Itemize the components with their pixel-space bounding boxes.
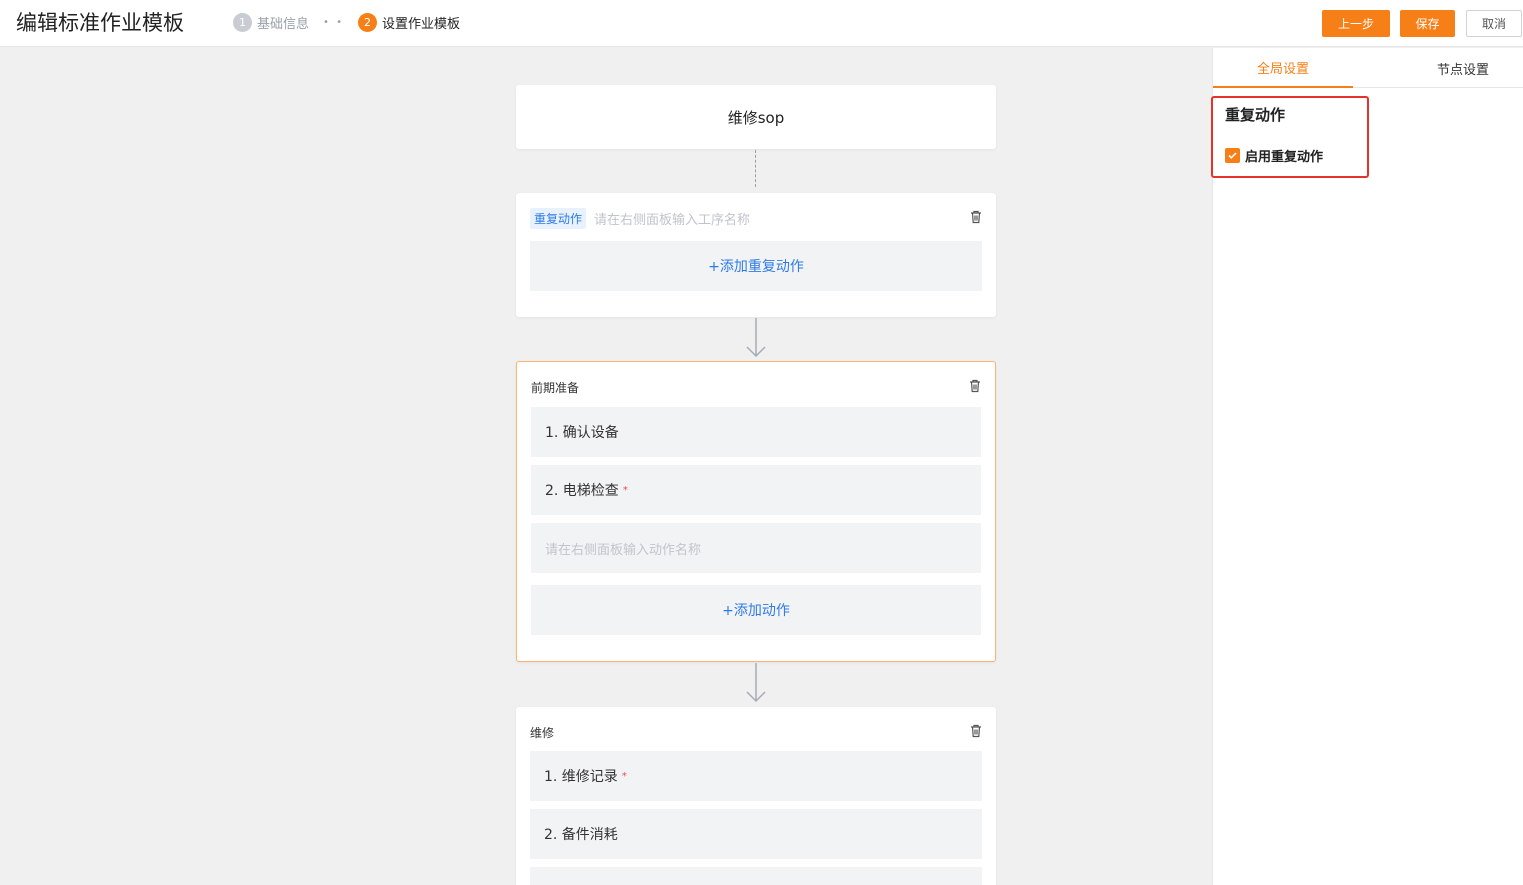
add-repeat-action-button[interactable]: +添加重复动作 — [530, 241, 982, 291]
step-label: 设置作业模板 — [382, 17, 461, 32]
root-node[interactable]: 维修sop — [516, 85, 996, 149]
action-item[interactable] — [530, 867, 982, 885]
trash-icon[interactable] — [970, 210, 982, 224]
required-mark: * — [622, 484, 628, 496]
step-number: 2 — [358, 13, 377, 32]
action-label: 2. 备件消耗 — [544, 827, 618, 843]
prep-node[interactable]: 前期准备 1. 确认设备 2. 电梯检查 * 请在右侧面板输入动作名称 +添加动… — [516, 361, 996, 662]
required-mark: * — [621, 770, 627, 782]
node-title: 前期准备 — [531, 380, 580, 395]
action-label: 1. 确认设备 — [545, 425, 619, 441]
step-number: 1 — [233, 13, 252, 32]
action-label: 2. 电梯检查 — [545, 483, 619, 499]
root-node-title: 维修sop — [727, 108, 785, 127]
top-header: 编辑标准作业模板 1 基础信息 • • 2 设置作业模板 上一步 保存 取消 — [0, 0, 1523, 47]
settings-panel: 全局设置 节点设置 重复动作 启用重复动作 — [1211, 48, 1523, 885]
node-title: 维修 — [530, 725, 555, 740]
page-title: 编辑标准作业模板 — [16, 11, 184, 35]
action-name-placeholder[interactable]: 请在右侧面板输入动作名称 — [531, 523, 981, 573]
flow-arrow — [746, 663, 766, 703]
flow-arrow — [746, 318, 766, 358]
add-action-button[interactable]: +添加动作 — [531, 585, 981, 635]
dashed-connector — [755, 150, 756, 187]
prev-step-button[interactable]: 上一步 — [1322, 10, 1390, 37]
step-label: 基础信息 — [257, 17, 310, 32]
enable-repeat-checkbox[interactable]: 启用重复动作 — [1225, 146, 1323, 165]
save-button[interactable]: 保存 — [1400, 10, 1455, 37]
checkbox-label: 启用重复动作 — [1245, 150, 1324, 165]
action-item[interactable]: 1. 维修记录 * — [530, 751, 982, 801]
tab-node-settings[interactable]: 节点设置 — [1393, 48, 1523, 88]
action-label: 1. 维修记录 — [544, 769, 618, 785]
step-basic-info[interactable]: 1 基础信息 — [233, 13, 309, 32]
cancel-button[interactable]: 取消 — [1466, 10, 1522, 37]
node-header: 维修 — [530, 721, 982, 743]
checkbox-checked-icon[interactable] — [1225, 148, 1240, 163]
step-separator: • • — [323, 17, 344, 28]
tab-global-settings[interactable]: 全局设置 — [1213, 48, 1353, 88]
panel-tabs: 全局设置 节点设置 — [1213, 48, 1523, 88]
action-item[interactable]: 1. 确认设备 — [531, 407, 981, 457]
process-name-placeholder[interactable]: 请在右侧面板输入工序名称 — [594, 209, 750, 228]
trash-icon[interactable] — [969, 379, 981, 393]
repeat-action-node[interactable]: 重复动作 请在右侧面板输入工序名称 +添加重复动作 — [516, 193, 996, 317]
action-item[interactable]: 2. 电梯检查 * — [531, 465, 981, 515]
stepper: 1 基础信息 • • 2 设置作业模板 — [233, 13, 460, 32]
repair-node[interactable]: 维修 1. 维修记录 * 2. 备件消耗 — [516, 707, 996, 885]
section-title: 重复动作 — [1225, 106, 1286, 124]
step-template-settings[interactable]: 2 设置作业模板 — [358, 13, 460, 32]
node-header: 前期准备 — [531, 376, 981, 398]
trash-icon[interactable] — [970, 724, 982, 738]
action-item[interactable]: 2. 备件消耗 — [530, 809, 982, 859]
repeat-action-tag: 重复动作 — [530, 207, 587, 229]
node-header: 重复动作 请在右侧面板输入工序名称 — [530, 207, 982, 229]
